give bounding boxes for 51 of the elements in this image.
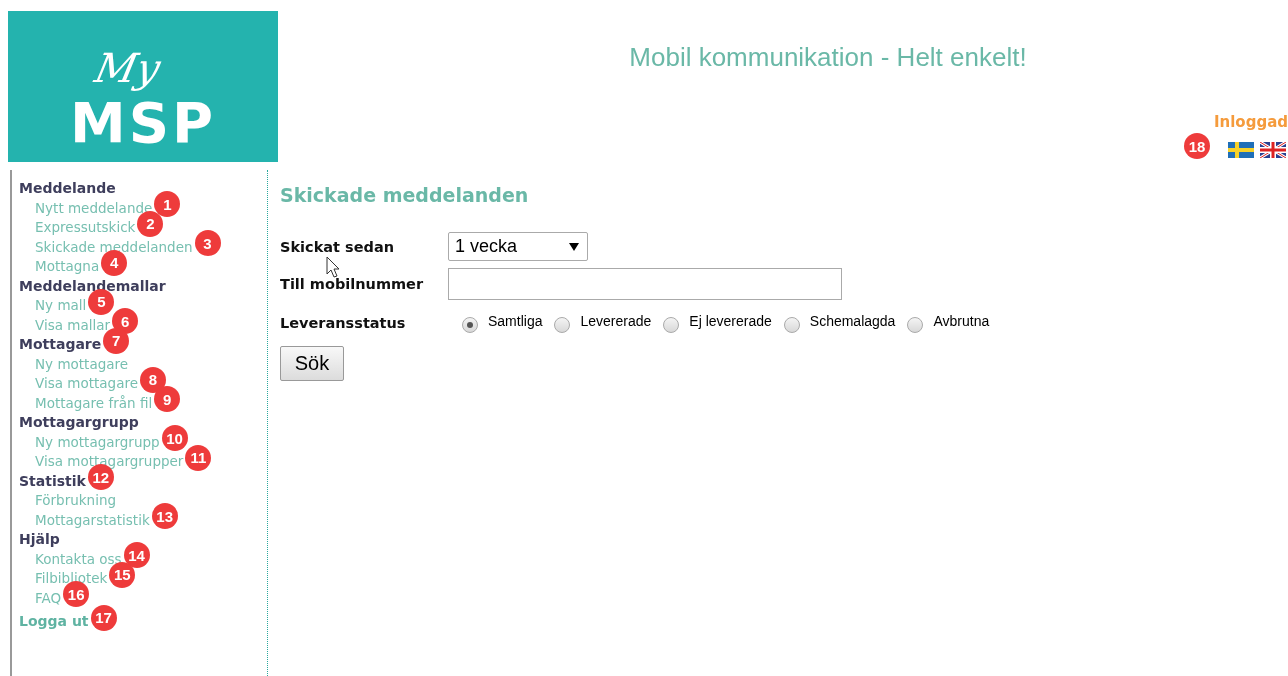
section-heading[interactable]: Statistik [19,471,86,491]
menu-link[interactable]: Mottagarstatistik [35,510,150,530]
page-title: Skickade meddelanden [280,184,530,208]
section-heading[interactable]: Hjälp [19,530,60,550]
field-label: Skickat sedan [280,238,395,255]
field-label: Leveransstatus [280,315,407,331]
menu-link[interactable]: Expressutskick [35,218,136,238]
callout-badge: 18 [1184,133,1210,159]
radio-button[interactable] [663,317,680,333]
callout-badge: 11 [185,444,212,471]
radio-label[interactable]: Samtliga [488,313,543,329]
menu-link[interactable]: Mottagna [35,257,100,277]
callout-badge: 3 [194,230,221,257]
callout-badge: 7 [103,327,130,354]
callout-badge: 1 [154,191,181,218]
menu-link[interactable]: Ny mottagargrupp [35,432,160,452]
menu-link[interactable]: Mottagare från fil [35,393,153,413]
radio-button[interactable] [462,317,478,333]
logo: My MSP [8,11,278,162]
callout-badge: 10 [161,425,188,452]
menu-link[interactable]: Ny mottagare [35,354,129,374]
menu-link[interactable]: FAQ [35,588,62,608]
callout-badge: 14 [123,542,150,569]
mobile-number-field[interactable] [448,267,842,300]
login-status: Inloggad [1213,113,1288,131]
callout-badge: 17 [90,604,117,631]
radio-label[interactable]: Avbrutna [933,313,990,329]
radio-button[interactable] [907,317,924,333]
search-button[interactable]: Sök [280,346,344,381]
period-dropdown[interactable]: 1 vecka [448,232,588,261]
logout-link[interactable]: Logga ut [19,612,89,632]
callout-badge: 13 [151,503,178,530]
callout-badge: 9 [154,386,181,413]
menu-link[interactable]: Ny mall [35,296,87,316]
radio-button[interactable] [554,317,571,333]
tagline: Mobil kommunikation - Helt enkelt! [628,42,1028,74]
flag-icon[interactable] [1260,142,1286,158]
callout-badge: 6 [112,308,139,335]
menu-link[interactable]: Förbrukning [35,491,117,511]
callout-badge: 8 [139,366,166,393]
section-heading[interactable]: Meddelande [19,179,116,199]
radio-label[interactable]: Ej levererade [689,313,772,329]
caret-icon [569,242,579,251]
field-label: Till mobilnummer [280,275,425,292]
section-heading[interactable]: Mottagare [19,335,102,355]
section-heading[interactable]: Mottagargrupp [19,413,139,433]
radio-label[interactable]: Levererade [580,313,652,329]
menu-link[interactable]: Visa mottagare [35,374,138,394]
mouse-cursor-icon [326,256,340,278]
radio-button[interactable] [783,317,800,333]
radio-label[interactable]: Schemalagda [809,313,896,329]
